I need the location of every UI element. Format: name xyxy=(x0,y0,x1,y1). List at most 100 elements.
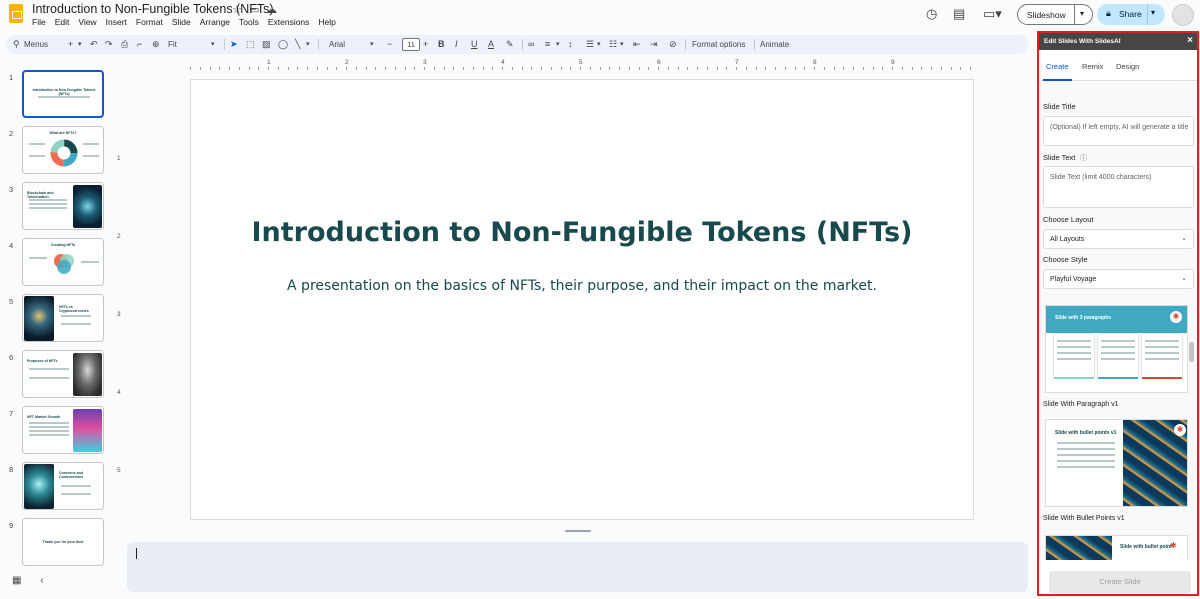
version-history-icon[interactable]: ◷ xyxy=(926,6,937,22)
slide-thumbnail-3[interactable]: Blockchain and Tokenization xyxy=(22,182,104,230)
menus-search[interactable]: Menus xyxy=(24,40,48,49)
horizontal-ruler: 1 2 3 4 5 6 7 8 9 xyxy=(190,59,974,71)
indent-decrease-icon[interactable]: ⇤ xyxy=(633,39,641,50)
select-frame-icon[interactable]: ⬚ xyxy=(246,39,255,50)
slide-thumbnail-4[interactable]: Creating NFTs xyxy=(22,238,104,286)
slide-image xyxy=(24,296,54,341)
zoom-select[interactable]: Fit xyxy=(168,40,177,49)
comments-icon[interactable]: ▤ xyxy=(953,6,965,22)
menu-help[interactable]: Help xyxy=(318,17,335,27)
star-icon[interactable]: ☆ xyxy=(232,3,242,16)
slideshow-button[interactable]: Slideshow ▾ xyxy=(1017,4,1093,25)
checklist-icon[interactable]: ☰ xyxy=(586,39,594,50)
layout-select[interactable]: All Layouts ⌄ xyxy=(1043,229,1194,249)
text-color-icon[interactable]: A xyxy=(488,39,494,49)
chevron-down-icon[interactable]: ▾ xyxy=(597,40,601,48)
slide-thumbnail-5[interactable]: NFTs vs Cryptocurrencies xyxy=(22,294,104,342)
slide-thumbnail-7[interactable]: NFT Market Growth xyxy=(22,406,104,454)
tab-design[interactable]: Design xyxy=(1116,62,1139,71)
menu-format[interactable]: Format xyxy=(136,17,163,27)
slide-subtitle[interactable]: A presentation on the basics of NFTs, th… xyxy=(191,278,973,294)
close-icon[interactable]: × xyxy=(1187,35,1193,46)
preview-heading: Slide with 3 paragraphs xyxy=(1055,315,1112,321)
bold-icon[interactable]: B xyxy=(438,39,445,49)
chevron-down-icon[interactable]: ▾ xyxy=(1151,8,1155,17)
indent-increase-icon[interactable]: ⇥ xyxy=(650,39,658,50)
menu-extensions[interactable]: Extensions xyxy=(268,17,310,27)
notes-resize-handle[interactable] xyxy=(565,530,591,532)
layout-preview-bullets-image[interactable]: Slide with bullet point ✱ xyxy=(1045,535,1188,560)
chevron-down-icon[interactable]: ▾ xyxy=(620,40,624,48)
menu-insert[interactable]: Insert xyxy=(106,17,127,27)
align-icon[interactable]: ≡ xyxy=(545,39,550,49)
print-icon[interactable]: ⎙ xyxy=(121,39,128,50)
redo-icon[interactable]: ↷ xyxy=(105,39,113,50)
tab-create[interactable]: Create xyxy=(1046,62,1069,71)
chevron-down-icon[interactable]: ▾ xyxy=(211,40,215,48)
meet-icon[interactable]: ▭▾ xyxy=(983,6,1002,22)
move-folder-icon[interactable]: ▭ xyxy=(249,3,259,16)
animate-button[interactable]: Animate xyxy=(760,40,789,49)
speaker-notes[interactable] xyxy=(127,542,1028,592)
chevron-down-icon[interactable]: ▾ xyxy=(556,40,560,48)
slide-thumbnail-2[interactable]: What are NFTs? xyxy=(22,126,104,174)
undo-icon[interactable]: ↶ xyxy=(90,39,98,50)
scrollbar[interactable] xyxy=(1189,342,1194,362)
tab-remix[interactable]: Remix xyxy=(1082,62,1103,71)
highlight-icon[interactable]: ✎ xyxy=(506,39,514,50)
chevron-down-icon[interactable]: ▾ xyxy=(78,40,82,48)
italic-icon[interactable]: I xyxy=(455,39,458,49)
menu-edit[interactable]: Edit xyxy=(55,17,70,27)
menu-view[interactable]: View xyxy=(78,17,96,27)
chevron-down-icon[interactable]: ▾ xyxy=(1080,9,1084,18)
thumb-line xyxy=(61,315,91,317)
divider xyxy=(224,39,225,50)
font-select[interactable]: Arial xyxy=(329,40,345,49)
menu-arrange[interactable]: Arrange xyxy=(200,17,230,27)
create-slide-button[interactable]: Create Slide xyxy=(1049,571,1191,593)
info-icon[interactable]: ⓘ xyxy=(1080,153,1087,163)
menu-slide[interactable]: Slide xyxy=(172,17,191,27)
decrease-font-icon[interactable]: − xyxy=(387,39,392,49)
select-pointer-icon[interactable]: ➤ xyxy=(230,39,238,50)
avatar[interactable] xyxy=(1172,4,1194,26)
slide-thumbnail-9[interactable]: Thank you for your time xyxy=(22,518,104,566)
menu-tools[interactable]: Tools xyxy=(239,17,259,27)
slide-thumbnail-6[interactable]: Purposes of NFTs xyxy=(22,350,104,398)
chevron-down-icon[interactable]: ▾ xyxy=(306,40,310,48)
slide-title[interactable]: Introduction to Non-Fungible Tokens (NFT… xyxy=(191,217,973,248)
slide-thumbnail-1[interactable]: Introduction to Non-Fungible Tokens (NFT… xyxy=(22,70,104,118)
style-select[interactable]: Playful Voyage ⌄ xyxy=(1043,269,1194,289)
image-icon[interactable]: ▨ xyxy=(262,39,271,50)
layout-preview-paragraph[interactable]: Slide with 3 paragraphs ✱ xyxy=(1045,305,1188,393)
current-slide[interactable]: Introduction to Non-Fungible Tokens (NFT… xyxy=(190,79,974,520)
new-slide-icon[interactable]: + xyxy=(68,39,73,49)
zoom-icon[interactable]: ⊕ xyxy=(152,39,160,50)
paint-format-icon[interactable]: ⌐ xyxy=(137,39,142,49)
chevron-down-icon[interactable]: ▾ xyxy=(370,40,374,48)
slide-text-label: Slide Text xyxy=(1043,153,1076,162)
thumb-line xyxy=(29,207,67,209)
increase-font-icon[interactable]: + xyxy=(423,39,428,49)
slide-thumbnail-8[interactable]: Concerns and Controversies xyxy=(22,462,104,510)
underline-icon[interactable]: U xyxy=(471,39,478,49)
shape-icon[interactable]: ◯ xyxy=(278,39,288,50)
clear-format-icon[interactable]: ⊘ xyxy=(669,39,677,50)
search-icon[interactable]: ⚲ xyxy=(13,39,20,50)
slides-logo-icon[interactable] xyxy=(9,4,23,23)
line-icon[interactable]: ╲ xyxy=(295,39,300,50)
share-button[interactable]: 🔒︎ Share ▾ xyxy=(1097,4,1165,25)
slide-title-input[interactable]: (Optional) If left empty, AI will genera… xyxy=(1043,116,1194,146)
format-options-button[interactable]: Format options xyxy=(692,40,745,49)
menu-file[interactable]: File xyxy=(32,17,46,27)
link-icon[interactable]: ∞ xyxy=(528,39,534,49)
numbered-list-icon[interactable]: ☷ xyxy=(609,39,617,50)
grid-view-icon[interactable]: ▦ xyxy=(12,575,21,586)
font-size-input[interactable]: 11 xyxy=(402,38,420,51)
layout-preview-bullets[interactable]: Slide with bullet points v1 ✱ xyxy=(1045,419,1188,507)
slide-text-input[interactable]: Slide Text (limit 4000 characters) xyxy=(1043,166,1194,208)
ruler-tick xyxy=(716,67,718,70)
collapse-filmstrip-icon[interactable]: ‹ xyxy=(40,575,43,586)
line-spacing-icon[interactable]: ↕ xyxy=(568,39,573,49)
cloud-status-icon[interactable]: ☁ xyxy=(266,3,277,16)
